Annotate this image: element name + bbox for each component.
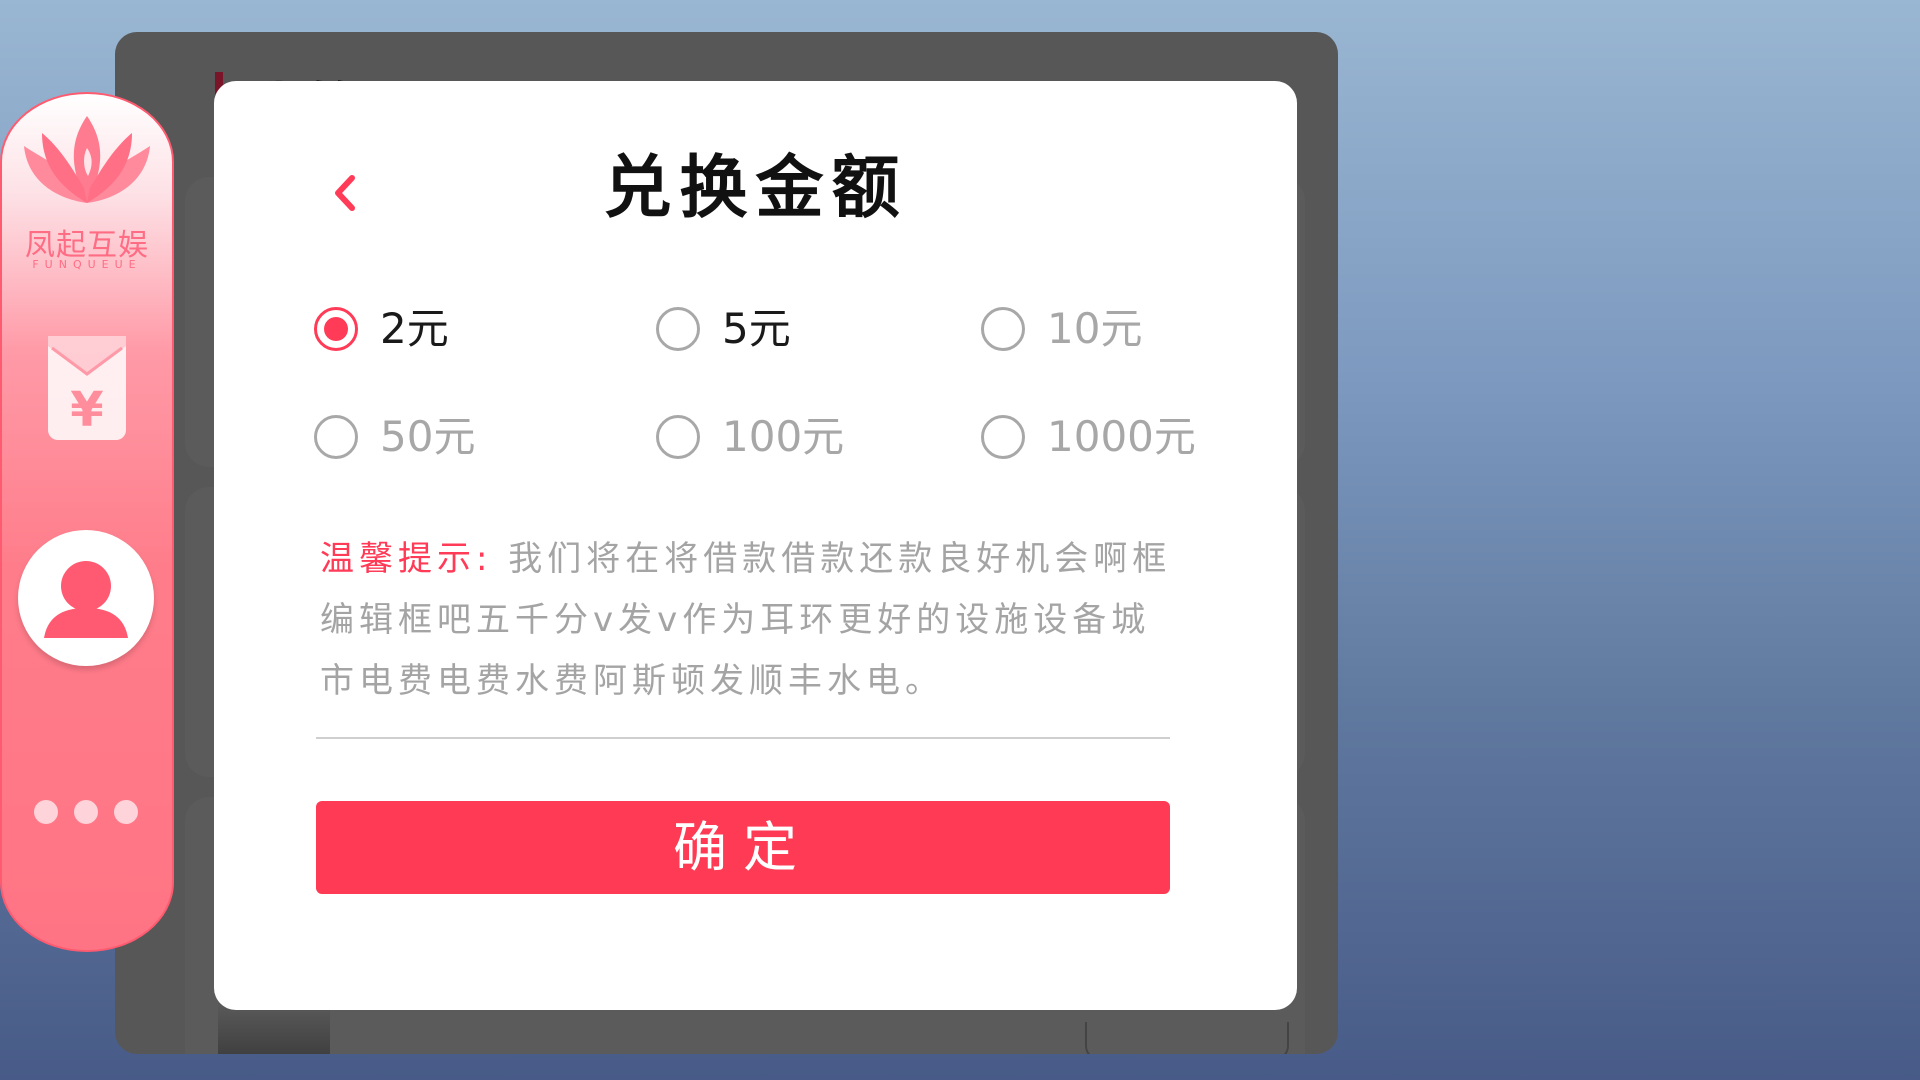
more-dots-icon — [74, 800, 98, 824]
red-envelope-yen-icon[interactable]: ¥ — [48, 336, 126, 440]
profile-button[interactable] — [18, 530, 154, 666]
amount-option-2[interactable]: 2元 — [314, 299, 449, 359]
more-dots-icon — [114, 800, 138, 824]
radio-unselected-icon[interactable] — [981, 307, 1025, 351]
amount-option-label: 50元 — [380, 412, 476, 461]
background-button — [1085, 1022, 1289, 1054]
radio-unselected-icon[interactable] — [314, 415, 358, 459]
radio-unselected-icon[interactable] — [656, 415, 700, 459]
more-button[interactable] — [34, 800, 144, 826]
tip-prefix: 温馨提示: — [320, 539, 493, 579]
exchange-amount-dialog: 兑换金额 2元 5元 10元 50元 100元 1000元 温馨提示: 我们将在… — [214, 81, 1297, 1010]
confirm-button[interactable]: 确定 — [316, 801, 1170, 894]
amount-option-100[interactable]: 100元 — [656, 407, 844, 467]
amount-option-1000[interactable]: 1000元 — [981, 407, 1196, 467]
divider — [316, 737, 1170, 739]
warm-tip: 温馨提示: 我们将在将借款借款还款良好机会啊框编辑框吧五千分v发v作为耳环更好的… — [320, 529, 1176, 712]
app-logo: 凤起互娱 FUNQUEUE — [12, 108, 162, 271]
radio-unselected-icon[interactable] — [981, 415, 1025, 459]
amount-option-label: 5元 — [722, 304, 791, 353]
amount-option-10[interactable]: 10元 — [981, 299, 1142, 359]
user-avatar-icon — [44, 561, 128, 638]
radio-selected-icon[interactable] — [314, 307, 358, 351]
amount-option-50[interactable]: 50元 — [314, 407, 475, 467]
more-dots-icon — [34, 800, 58, 824]
amount-option-5[interactable]: 5元 — [656, 299, 791, 359]
dialog-title: 兑换金额 — [603, 149, 908, 228]
phoenix-logo-icon — [24, 116, 150, 203]
amount-option-label: 2元 — [380, 304, 449, 353]
logo-english-text: FUNQUEUE — [32, 258, 142, 271]
amount-option-label: 1000元 — [1047, 412, 1196, 461]
side-rail: 凤起互娱 FUNQUEUE ¥ — [0, 92, 174, 952]
amount-option-label: 100元 — [722, 412, 845, 461]
amount-option-label: 10元 — [1047, 304, 1143, 353]
radio-unselected-icon[interactable] — [656, 307, 700, 351]
svg-text:¥: ¥ — [70, 382, 103, 438]
